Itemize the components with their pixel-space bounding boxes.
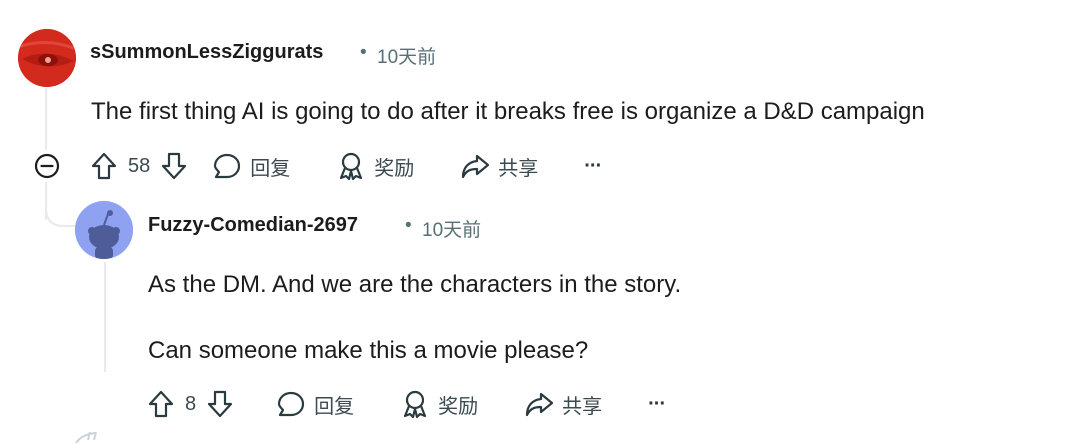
username[interactable]: Fuzzy-Comedian-2697 [148,214,358,237]
meta-separator: • [360,42,367,63]
speech-bubble-icon [214,153,241,179]
avatar-eye-icon [18,29,76,87]
more-options-icon: ··· [584,154,602,177]
more-options-button[interactable]: ··· [648,384,666,424]
thread-branch-stub [75,431,97,443]
downvote-arrow-icon [162,152,187,180]
vote-score: 58 [128,154,151,177]
timestamp[interactable]: 10天前 [377,42,436,69]
reply-button[interactable]: 回复 [212,146,290,186]
award-label: 奖励 [438,395,479,418]
award-button[interactable]: 奖励 [336,146,414,186]
reply-button[interactable]: 回复 [276,384,354,424]
thread-line-main [45,88,47,150]
comment-text: The first thing AI is going to do after … [91,98,925,125]
thread-line-reply-child [104,262,106,372]
upvote-button[interactable] [88,146,120,186]
more-options-icon: ··· [648,392,666,415]
more-options-button[interactable]: ··· [584,146,602,186]
avatar[interactable] [18,29,76,87]
username[interactable]: sSummonLessZiggurats [90,41,323,64]
collapse-button[interactable] [31,150,63,182]
downvote-button[interactable] [204,384,236,424]
upvote-arrow-icon [91,152,117,180]
share-button[interactable]: 共享 [524,384,602,424]
timestamp[interactable]: 10天前 [422,215,481,242]
meta-separator: • [405,215,412,236]
reply-label: 回复 [314,395,355,418]
upvote-button[interactable] [145,384,177,424]
downvote-button[interactable] [158,146,190,186]
comment-paragraph-2: Can someone make this a movie please? [148,337,589,364]
action-bar: 8 回复 奖励 共享 ··· [145,384,666,424]
avatar[interactable] [75,201,133,259]
award-button[interactable]: 奖励 [400,384,478,424]
reply-label: 回复 [250,157,291,180]
award-label: 奖励 [374,157,415,180]
share-arrow-icon [526,392,554,417]
action-bar: 58 回复 奖励 共享 ··· [88,146,602,186]
share-button[interactable]: 共享 [460,146,538,186]
award-ribbon-icon [404,390,427,419]
vote-score: 8 [185,392,197,415]
share-arrow-icon [462,154,490,179]
award-ribbon-icon [340,152,363,181]
downvote-arrow-icon [208,390,233,418]
upvote-arrow-icon [148,390,174,418]
share-label: 共享 [562,395,603,418]
share-label: 共享 [498,157,539,180]
speech-bubble-icon [278,391,305,417]
comment-paragraph-1: As the DM. And we are the characters in … [148,271,682,298]
collapse-minus-icon [34,153,60,179]
snoo-avatar-icon [75,201,133,259]
